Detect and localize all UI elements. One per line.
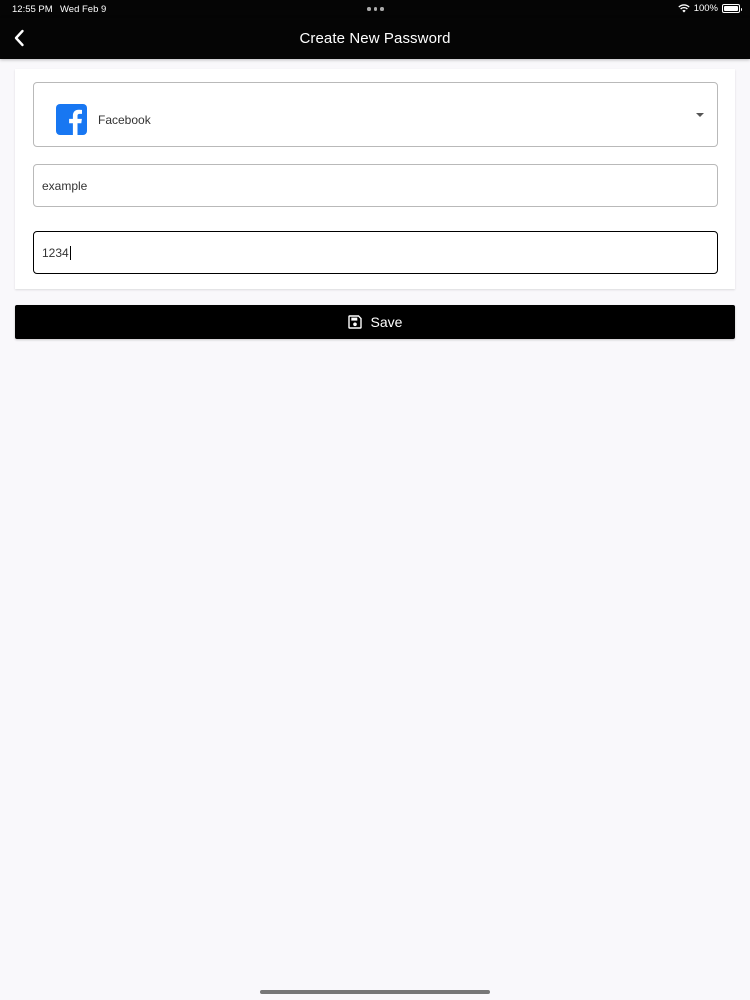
- back-button[interactable]: [8, 26, 30, 50]
- username-field[interactable]: example: [33, 164, 718, 207]
- status-bar: 12:55 PM Wed Feb 9 100%: [0, 0, 750, 18]
- service-selected-label: Facebook: [98, 113, 151, 127]
- status-date: Wed Feb 9: [60, 4, 107, 15]
- password-form: Facebook example 1234: [15, 69, 735, 289]
- chevron-left-icon: [14, 29, 24, 47]
- facebook-icon: [56, 104, 87, 135]
- save-label: Save: [370, 314, 403, 330]
- multitasking-dots-icon[interactable]: [367, 7, 384, 11]
- screen: 12:55 PM Wed Feb 9 100% Create New Passw…: [0, 0, 750, 1000]
- page-title: Create New Password: [299, 30, 451, 47]
- wifi-icon: [678, 4, 690, 13]
- status-time: 12:55 PM: [12, 4, 53, 15]
- save-button[interactable]: Save: [15, 305, 735, 339]
- navigation-bar: Create New Password: [0, 18, 750, 59]
- password-field[interactable]: 1234: [33, 231, 718, 274]
- status-indicators: 100%: [678, 3, 742, 14]
- username-value: example: [42, 178, 88, 193]
- floppy-disk-icon: [347, 315, 362, 329]
- text-caret: [69, 245, 71, 260]
- dropdown-arrow-icon: [696, 113, 704, 117]
- battery-fill: [724, 6, 738, 11]
- battery-percent: 100%: [693, 3, 718, 14]
- home-indicator[interactable]: [260, 990, 490, 994]
- service-dropdown[interactable]: Facebook: [33, 82, 718, 147]
- password-value: 1234: [42, 245, 69, 260]
- battery-icon: [722, 4, 742, 13]
